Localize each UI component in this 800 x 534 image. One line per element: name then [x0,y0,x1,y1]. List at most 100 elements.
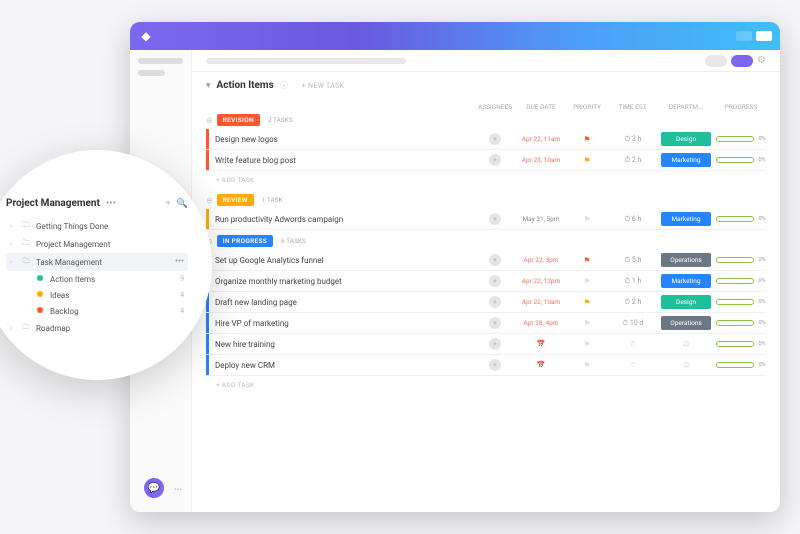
info-icon[interactable]: ⓘ [280,80,288,91]
more-icon[interactable]: ••• [175,257,184,267]
progress-cell[interactable]: 0% [716,278,766,284]
assignee-cell[interactable]: + [472,317,518,329]
priority-flag-icon[interactable]: ⚑ [583,298,590,307]
time-estimate-cell[interactable]: ⏱ 2 h [610,156,656,165]
priority-cell[interactable]: ⚑ [564,277,610,286]
time-estimate-cell[interactable]: ⏱ 2 h [610,298,656,307]
view-toggle-active[interactable] [731,55,753,67]
sidebar-item[interactable]: ›🗀Roadmap [6,319,188,337]
assignee-cell[interactable]: + [472,359,518,371]
progress-cell[interactable]: 0% [716,299,766,305]
drag-handle-icon[interactable]: ⊕ [206,196,213,205]
department-cell[interactable]: Marketing [656,274,716,288]
department-cell[interactable]: Marketing [656,153,716,167]
add-task-button[interactable]: + ADD TASK [206,376,766,394]
due-date-cell[interactable]: Apr 23, 10am [518,156,564,164]
assignee-cell[interactable]: + [472,275,518,287]
drag-handle-icon[interactable]: ⊕ [206,116,213,125]
task-row[interactable]: Draft new landing page+Apr 22, 10am⚑⏱ 2 … [206,292,766,313]
due-date-cell[interactable]: May 31, 5pm [518,215,564,223]
assignee-cell[interactable]: + [472,254,518,266]
task-row[interactable]: Set up Google Analytics funnel+Apr 22, 3… [206,250,766,271]
priority-cell[interactable]: ⚑ [564,256,610,265]
assignee-cell[interactable]: + [472,154,518,166]
sidebar-item[interactable]: ›🗀Task Management••• [6,253,188,271]
task-row[interactable]: Deploy new CRM+📅⚑⏱⊡0% [206,355,766,376]
task-row[interactable]: New hire training+📅⚑⏱⊡0% [206,334,766,355]
new-task-button[interactable]: + NEW TASK [302,82,345,90]
status-group-header[interactable]: ⊕IN PROGRESS6 TASKS [206,232,766,250]
department-cell[interactable]: Marketing [656,212,716,226]
assignee-cell[interactable]: + [472,338,518,350]
search-icon[interactable]: 🔍 [177,199,188,209]
priority-cell[interactable]: ⚑ [564,135,610,144]
priority-flag-icon[interactable]: ⚑ [583,215,590,224]
due-date-cell[interactable]: Apr 28, 4pm [518,319,564,327]
priority-cell[interactable]: ⚑ [564,156,610,165]
window-control[interactable] [756,31,772,41]
due-date-cell[interactable]: Apr 22, 10am [518,298,564,306]
time-estimate-cell[interactable]: ⏱ 10 d [610,319,656,328]
priority-flag-icon[interactable]: ⚑ [583,135,590,144]
priority-flag-icon[interactable]: ⚑ [583,256,590,265]
priority-cell[interactable]: ⚑ [564,298,610,307]
department-cell[interactable]: ⊡ [656,340,716,348]
time-estimate-cell[interactable]: ⏱ [610,361,656,370]
window-control[interactable] [736,31,752,41]
plus-icon[interactable]: + [166,199,171,209]
priority-flag-icon[interactable]: ⚑ [583,340,590,349]
progress-cell[interactable]: 0% [716,157,766,163]
time-estimate-cell[interactable]: ⏱ 3 h [610,135,656,144]
department-cell[interactable]: Design [656,295,716,309]
department-cell[interactable]: ⊡ [656,361,716,369]
collapse-icon[interactable]: ▾ [206,81,211,91]
time-estimate-cell[interactable]: ⏱ 1 h [610,277,656,286]
task-row[interactable]: Organize monthly marketing budget+Apr 22… [206,271,766,292]
sidebar-item[interactable]: ›🗀Getting Things Done [6,217,188,235]
priority-flag-icon[interactable]: ⚑ [583,319,590,328]
assignee-cell[interactable]: + [472,213,518,225]
priority-cell[interactable]: ⚑ [564,215,610,224]
time-estimate-cell[interactable]: ⏱ [610,340,656,349]
chat-icon[interactable]: 💬 [144,478,164,498]
priority-flag-icon[interactable]: ⚑ [583,277,590,286]
due-date-cell[interactable]: Apr 22, 12pm [518,277,564,285]
progress-cell[interactable]: 0% [716,257,766,263]
task-row[interactable]: Hire VP of marketing+Apr 28, 4pm⚑⏱ 10 dO… [206,313,766,334]
time-estimate-cell[interactable]: ⏱ 6 h [610,215,656,224]
task-row[interactable]: Run productivity Adwords campaign+May 31… [206,209,766,230]
progress-cell[interactable]: 0% [716,216,766,222]
department-cell[interactable]: Design [656,132,716,146]
priority-flag-icon[interactable]: ⚑ [583,156,590,165]
task-row[interactable]: Write feature blog post+Apr 23, 10am⚑⏱ 2… [206,150,766,171]
priority-flag-icon[interactable]: ⚑ [583,361,590,370]
priority-cell[interactable]: ⚑ [564,361,610,370]
sidebar-item[interactable]: Ideas4 [6,287,188,303]
sidebar-item[interactable]: Action Items9 [6,271,188,287]
sidebar-item[interactable]: ›🗀Project Management [6,235,188,253]
time-estimate-cell[interactable]: ⏱ 5 h [610,256,656,265]
progress-cell[interactable]: 0% [716,362,766,368]
status-group-header[interactable]: ⊕REVISION2 TASKS [206,111,766,129]
progress-cell[interactable]: 0% [716,136,766,142]
priority-cell[interactable]: ⚑ [564,319,610,328]
due-date-cell[interactable]: Apr 22, 11am [518,135,564,143]
due-date-cell[interactable]: Apr 22, 3pm [518,256,564,264]
task-row[interactable]: Design new logos+Apr 22, 11am⚑⏱ 3 hDesig… [206,129,766,150]
status-group-header[interactable]: ⊕REVIEW1 TASK [206,191,766,209]
department-tag: Marketing [661,212,711,226]
priority-cell[interactable]: ⚑ [564,340,610,349]
department-cell[interactable]: Operations [656,253,716,267]
due-date-cell[interactable]: 📅 [518,361,564,369]
view-toggle[interactable] [705,55,727,67]
due-date-cell[interactable]: 📅 [518,340,564,348]
sidebar-item[interactable]: Backlog4 [6,303,188,319]
department-cell[interactable]: Operations [656,316,716,330]
add-task-button[interactable]: + ADD TASK [206,171,766,189]
more-icon[interactable]: ••• [106,198,116,209]
assignee-cell[interactable]: + [472,133,518,145]
progress-cell[interactable]: 0% [716,320,766,326]
gear-icon[interactable]: ⚙ [757,55,766,66]
progress-cell[interactable]: 0% [716,341,766,347]
assignee-cell[interactable]: + [472,296,518,308]
